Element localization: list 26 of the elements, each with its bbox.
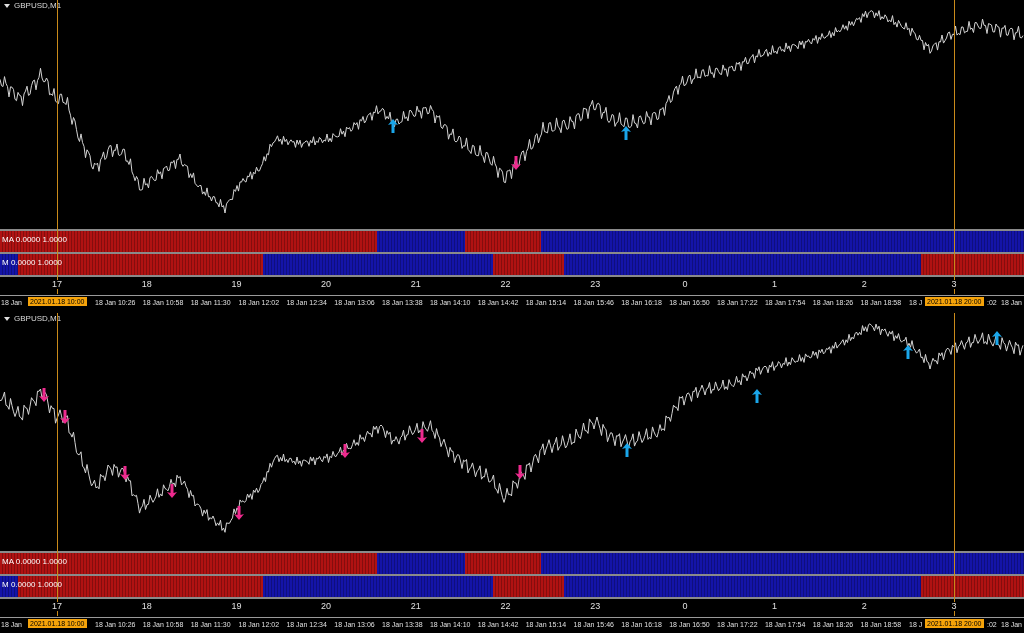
hour-label: 23 xyxy=(589,602,602,611)
hour-label: 21 xyxy=(409,280,422,289)
hour-label: 17 xyxy=(51,280,63,289)
hour-label: 17 xyxy=(51,602,63,611)
hour-label: 3 xyxy=(950,602,958,611)
hour-label: 20 xyxy=(320,280,333,289)
dropdown-triangle-icon[interactable] xyxy=(4,4,10,8)
hour-label: 22 xyxy=(499,280,512,289)
hour-label: 0 xyxy=(681,280,689,289)
hour-label: 23 xyxy=(589,280,602,289)
dropdown-triangle-icon[interactable] xyxy=(4,317,10,321)
hour-label: 0 xyxy=(681,602,689,611)
hour-label: 18 xyxy=(140,280,153,289)
hour-label: 22 xyxy=(499,602,512,611)
hour-label: 2 xyxy=(860,280,868,289)
indicator-label: MA 0.0000 1.0000 xyxy=(2,558,67,566)
hour-label: 2 xyxy=(860,602,868,611)
hour-label: 1 xyxy=(771,602,779,611)
hour-label: 20 xyxy=(320,602,333,611)
hour-label: 19 xyxy=(230,602,243,611)
hour-label: 19 xyxy=(230,280,243,289)
hour-label: 18 xyxy=(140,602,153,611)
hour-label: 1 xyxy=(771,280,779,289)
hour-label: 3 xyxy=(950,280,958,289)
indicator-label: MA 0.0000 1.0000 xyxy=(2,236,67,244)
hour-label: 21 xyxy=(409,602,422,611)
